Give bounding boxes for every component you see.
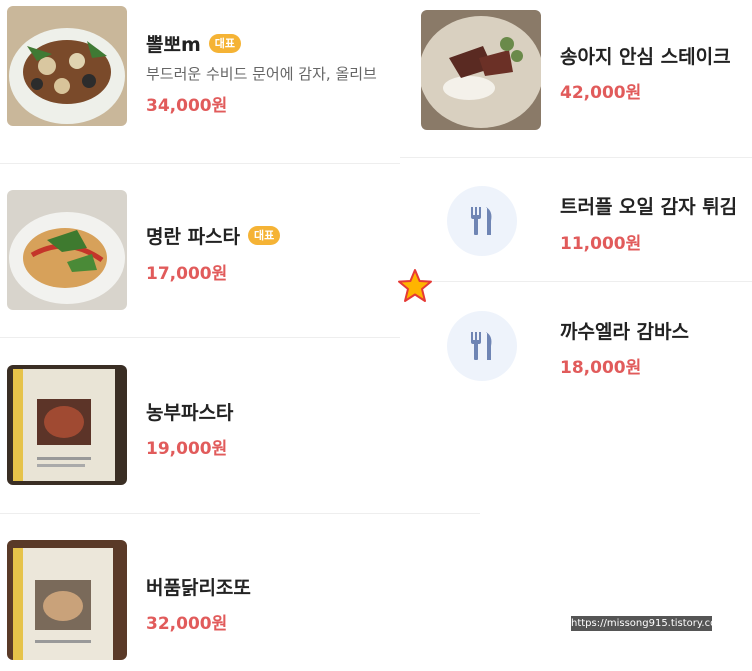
menu-item-name: 농부파스타: [146, 402, 234, 424]
menu-book-photo: [7, 365, 127, 485]
menu-item-price: 32,000원: [146, 614, 228, 634]
menu-item-description: 부드러운 수비드 문어에 감자, 올리브: [146, 65, 377, 83]
menu-item-price: 34,000원: [146, 96, 228, 116]
menu-item-name: 송아지 안심 스테이크: [560, 46, 731, 68]
fork-knife-icon: [447, 311, 517, 381]
star-marker-icon: [397, 268, 433, 308]
menu-item-price: 19,000원: [146, 439, 228, 459]
menu-item-price: 11,000원: [560, 234, 642, 254]
signature-badge: 대표: [248, 226, 281, 245]
divider: [0, 513, 480, 514]
menu-item-price: 42,000원: [560, 83, 642, 103]
signature-badge: 대표: [208, 34, 242, 53]
food-photo: [7, 6, 127, 126]
watermark-label: https://missong915.tistory.com: [571, 616, 726, 631]
divider: [0, 163, 400, 164]
menu-item-name: 뽈뽀m: [146, 34, 201, 56]
divider: [400, 281, 752, 282]
menu-book-photo: [7, 540, 127, 660]
divider: [0, 337, 400, 338]
menu-item-name: 트러플 오일 감자 튀김: [560, 196, 738, 218]
menu-item-name: 버품닭리조또: [146, 577, 251, 599]
menu-item-name: 명란 파스타: [146, 226, 241, 248]
menu-item-price: 17,000원: [146, 264, 228, 284]
food-photo: [7, 190, 127, 310]
menu-item-price: 18,000원: [560, 358, 642, 378]
divider: [400, 157, 752, 158]
menu-item-name: 까수엘라 감바스: [560, 321, 689, 343]
food-photo: [421, 10, 541, 130]
fork-knife-icon: [447, 186, 517, 256]
